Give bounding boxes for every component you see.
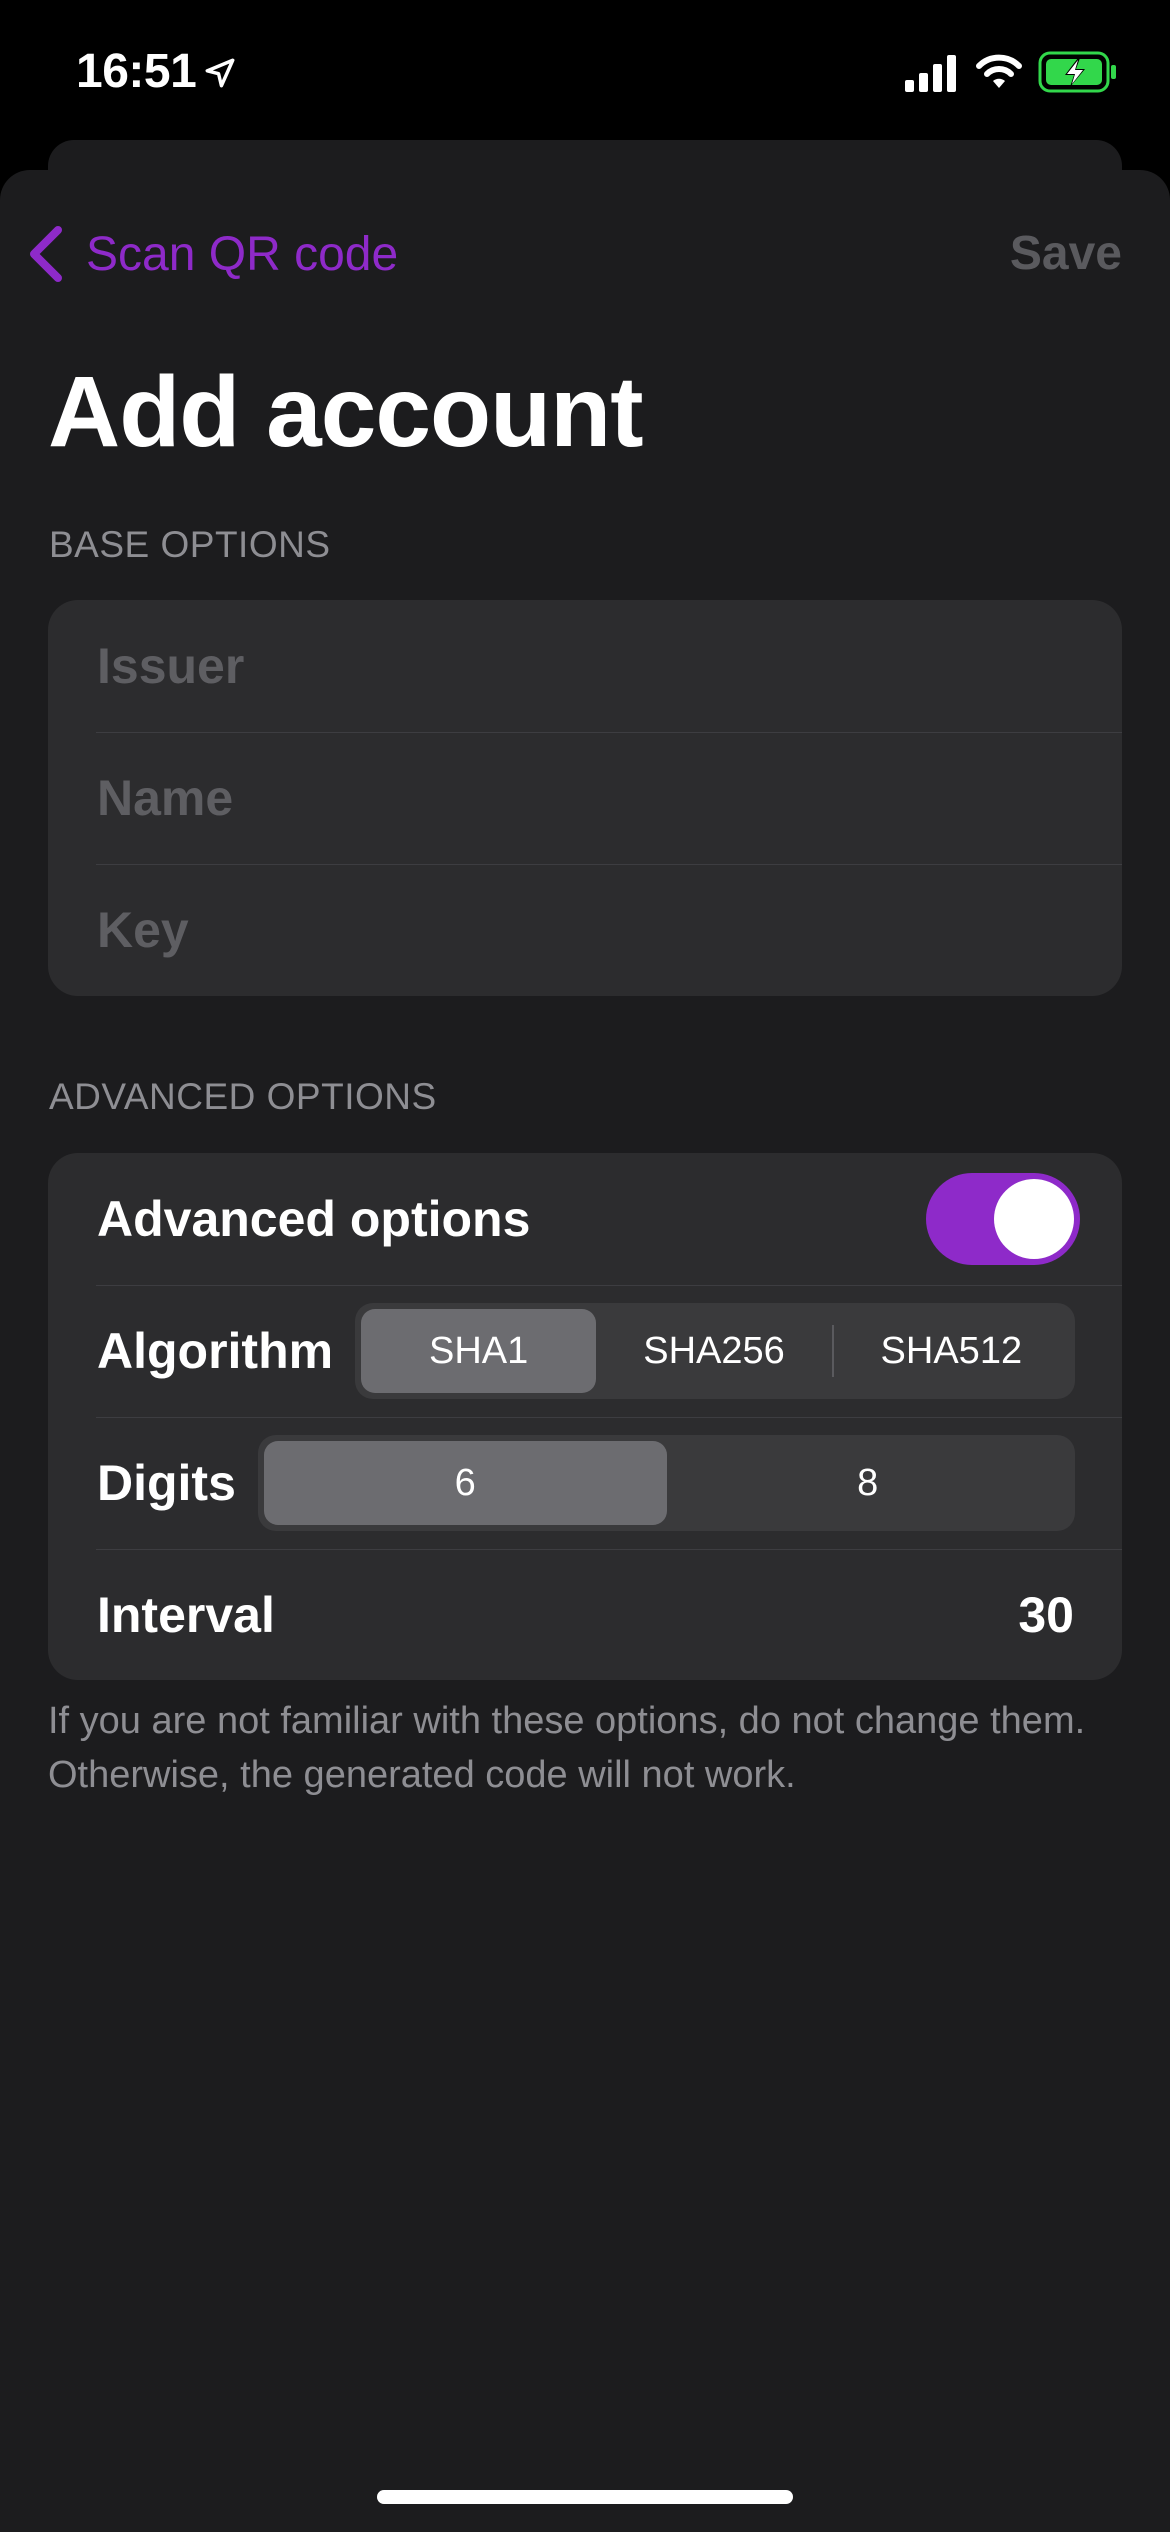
algorithm-row: Algorithm SHA1 SHA256 SHA512 — [48, 1285, 1122, 1417]
base-options-group — [48, 600, 1122, 996]
name-row — [48, 732, 1122, 864]
cellular-signal-icon — [905, 55, 956, 92]
save-button[interactable]: Save — [1010, 226, 1122, 281]
advanced-options-toggle[interactable] — [926, 1173, 1080, 1265]
interval-label: Interval — [97, 1587, 275, 1643]
advanced-options-footer: If you are not familiar with these optio… — [48, 1700, 1086, 1796]
advanced-options-group: Advanced options Algorithm SHA1 SHA256 S… — [48, 1153, 1122, 1680]
location-arrow-icon — [205, 58, 235, 88]
advanced-options-label: Advanced options — [97, 1191, 531, 1247]
issuer-row — [48, 600, 1122, 732]
advanced-toggle-row: Advanced options — [48, 1153, 1122, 1285]
digits-segmented-control: 6 8 — [258, 1435, 1075, 1531]
chevron-left-icon — [30, 226, 62, 282]
back-button[interactable]: Scan QR code — [26, 222, 398, 286]
status-time: 16:51 — [76, 45, 197, 98]
toggle-knob — [994, 1179, 1074, 1259]
key-row — [48, 864, 1122, 996]
issuer-input[interactable] — [97, 637, 1077, 695]
algorithm-option-sha1[interactable]: SHA1 — [361, 1309, 597, 1393]
status-bar: 16:51 — [0, 0, 1170, 150]
advanced-options-header: ADVANCED OPTIONS — [49, 1076, 437, 1117]
digits-row: Digits 6 8 — [48, 1417, 1122, 1549]
wifi-icon — [976, 54, 1022, 88]
algorithm-label: Algorithm — [97, 1323, 334, 1379]
home-indicator[interactable] — [377, 2490, 793, 2504]
algorithm-option-sha512[interactable]: SHA512 — [834, 1309, 1069, 1393]
interval-row[interactable]: Interval 30 — [48, 1549, 1122, 1680]
digits-option-8[interactable]: 8 — [667, 1441, 1070, 1525]
algorithm-segmented-control: SHA1 SHA256 SHA512 — [355, 1303, 1075, 1399]
digits-label: Digits — [97, 1455, 236, 1511]
key-input[interactable] — [97, 901, 1077, 959]
battery-charging-icon — [1038, 51, 1116, 93]
back-button-label: Scan QR code — [86, 227, 399, 281]
name-input[interactable] — [97, 769, 1077, 827]
page-title: Add account — [48, 356, 644, 468]
base-options-header: BASE OPTIONS — [49, 524, 331, 565]
algorithm-option-sha256[interactable]: SHA256 — [596, 1309, 831, 1393]
digits-option-6[interactable]: 6 — [264, 1441, 667, 1525]
interval-value[interactable]: 30 — [1018, 1586, 1074, 1644]
